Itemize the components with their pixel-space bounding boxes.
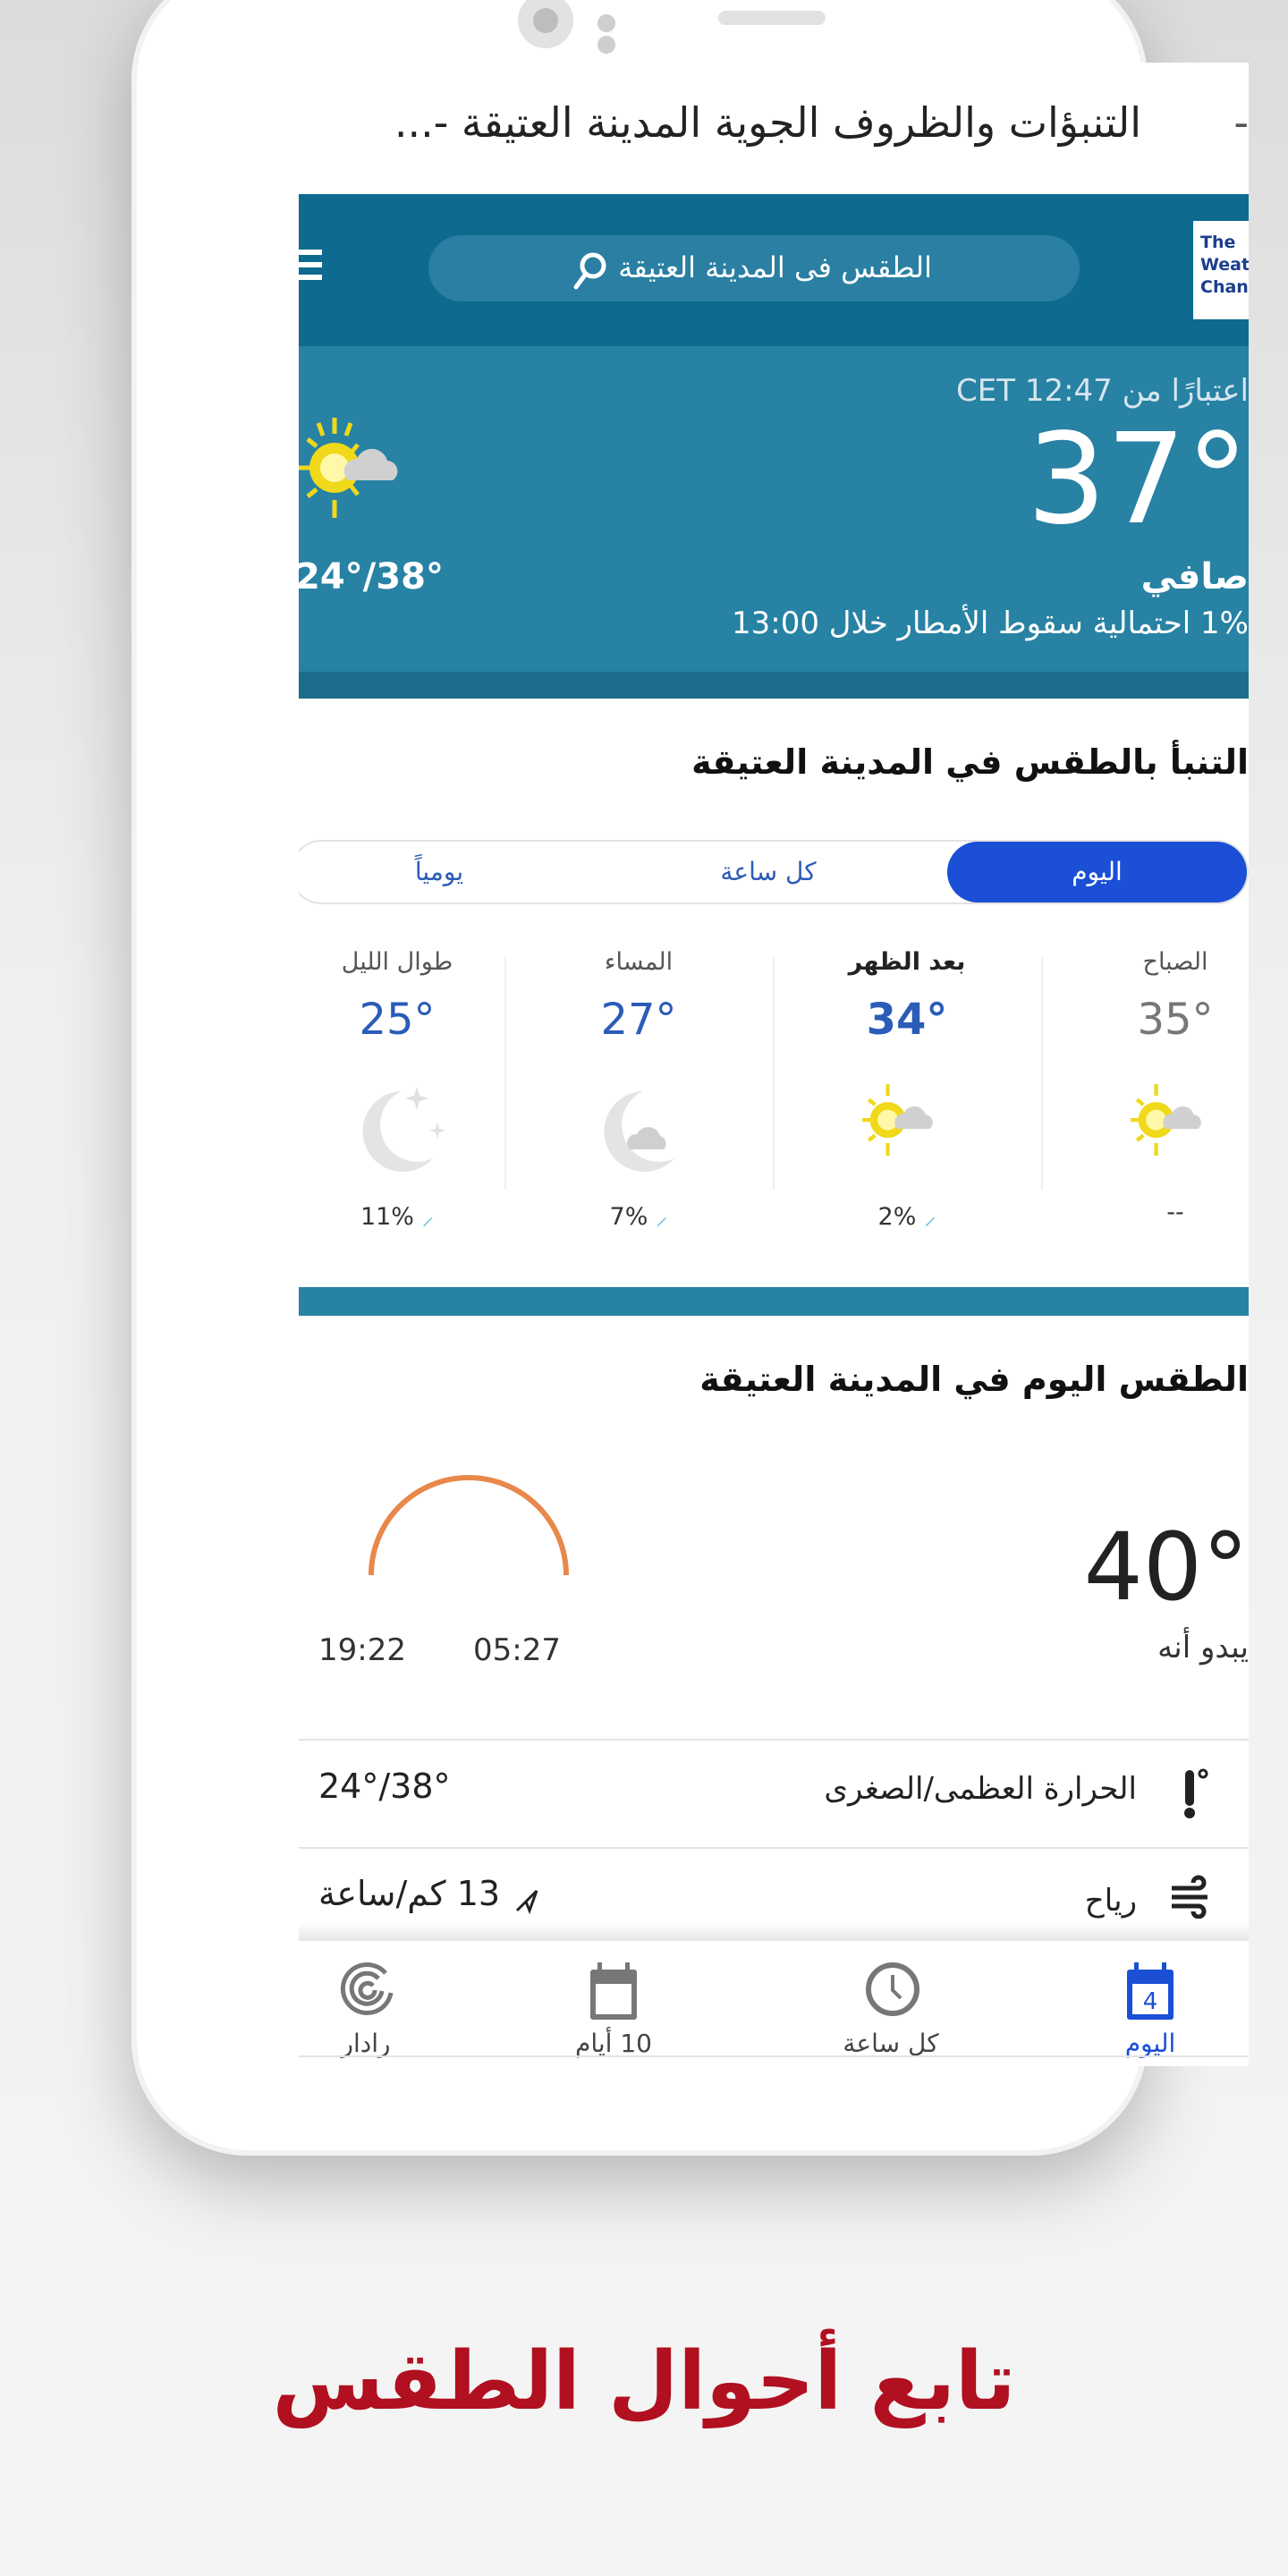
tab-hourly[interactable]: كل ساعة [625, 842, 911, 902]
menu-icon[interactable] [299, 250, 322, 287]
period-label: المساء [604, 948, 674, 976]
period-temp: 25° [359, 995, 436, 1045]
condition: صافي [1140, 556, 1249, 597]
nav-label: 10 أيام [575, 2029, 652, 2058]
period-label: طوال الليل [341, 948, 453, 976]
period-evening[interactable]: المساء 27° 7% ⸝ [504, 948, 773, 1324]
page-title: التنبؤات والظروف الجوية المدينة العتيقة … [394, 98, 1141, 147]
forecast-tabs: اليوم كل ساعة يومياً [299, 840, 1249, 904]
calendar-icon [590, 1962, 637, 2020]
wind-direction-icon [515, 1889, 538, 1914]
period-precip: 7% ⸝ [609, 1203, 668, 1231]
sunset-time: 19:22 [318, 1632, 406, 1668]
sensor [597, 14, 615, 32]
sensor [597, 36, 615, 54]
today-title: الطقس اليوم في المدينة العتيقة [699, 1360, 1249, 1399]
phone-frame: التنبؤات والظروف الجوية المدينة العتيقة … [131, 0, 1249, 2156]
precip-chance: 1% احتمالية سقوط الأمطار خلال 13:00 [732, 606, 1249, 641]
radar-icon [340, 1962, 394, 2015]
calendar-day: 4 [1143, 1988, 1158, 2015]
search-placeholder: الطقس فى المدينة العتيقة [618, 250, 932, 284]
period-label: بعد الظهر [848, 948, 966, 976]
period-label: الصباح [1142, 948, 1208, 976]
period-temp: 27° [600, 995, 677, 1045]
clock-icon [866, 1962, 919, 2016]
row-label: الحرارة العظمى/الصغرى [824, 1771, 1137, 1807]
row-value: 24°/38° [318, 1767, 451, 1806]
nav-shadow [299, 1923, 1249, 1941]
period-morning[interactable]: الصباح 35° -- [1041, 948, 1249, 1324]
nav-today[interactable]: 4 اليوم [1052, 1941, 1249, 2066]
moon-stars-icon [362, 1087, 445, 1172]
period-temp: 34° [866, 995, 948, 1045]
moon-cloud-icon [604, 1091, 674, 1172]
section-divider [299, 1287, 1249, 1316]
period-precip: -- [1166, 1199, 1184, 1226]
camera [518, 0, 573, 48]
divider [773, 957, 775, 1190]
period-temp: 35° [1137, 995, 1214, 1045]
high-low: 24°/38° [299, 556, 444, 597]
hero-bottom-strip [299, 672, 1249, 699]
sun-cloud-icon [862, 1084, 933, 1157]
nav-label: كل ساعة [843, 2029, 939, 2058]
as-of-time: اعتبارًا من 12:47 CET [956, 373, 1249, 409]
nav-hourly[interactable]: كل ساعة [792, 1941, 989, 2066]
nav-10day[interactable]: 10 أيام [515, 1941, 712, 2066]
weather-channel-logo[interactable]: The Weat Chan [1193, 221, 1249, 319]
forecast-title: التنبأ بالطقس في المدينة العتيقة [691, 742, 1249, 782]
raindrop-icon: ⸝ [655, 1203, 668, 1231]
speaker [718, 11, 826, 25]
row-value: 13 كم/ساعة [318, 1874, 501, 1913]
tab-today[interactable]: اليوم [947, 842, 1247, 902]
sunrise-time: 05:27 [473, 1632, 561, 1668]
feels-like-temp: 40° [1083, 1513, 1249, 1622]
period-overnight[interactable]: طوال الليل 25° 11% ⸝ [299, 948, 531, 1324]
feels-like-label: يبدو أنه [1157, 1630, 1249, 1665]
screen: التنبؤات والظروف الجوية المدينة العتيقة … [299, 63, 1249, 2066]
raindrop-icon: ⸝ [421, 1203, 435, 1231]
period-precip: 2% ⸝ [877, 1203, 936, 1231]
bottom-nav: 4 اليوم كل ساعة 10 أيام رادار [299, 1941, 1249, 2066]
period-afternoon[interactable]: بعد الظهر 34° 2% ⸝ [773, 948, 1041, 1324]
nav-label: رادار [341, 2029, 391, 2058]
divider [299, 1739, 1249, 1741]
divider [1041, 957, 1043, 1190]
period-precip: 11% ⸝ [360, 1203, 435, 1231]
calendar-day-icon: 4 [1127, 1962, 1174, 2020]
wind-icon [1172, 1875, 1208, 1919]
divider [299, 2055, 1249, 2057]
sun-cloud-icon [299, 418, 398, 518]
nav-label: اليوم [1124, 2029, 1176, 2058]
sun-cloud-icon [1131, 1084, 1201, 1157]
divider [299, 1847, 1249, 1849]
current-temp: 37° [1026, 407, 1249, 553]
row-label: رياح [1084, 1883, 1137, 1919]
app-header: الطقس فى المدينة العتيقة The Weat Chan [299, 194, 1249, 346]
promo-caption: تابع أحوال الطقس [272, 2334, 1016, 2428]
nav-radar[interactable]: رادار [299, 1941, 464, 2066]
tab-daily[interactable]: يومياً [299, 842, 587, 902]
current-conditions: اعتبارًا من 12:47 CET 37° صافي 1% احتمال… [299, 346, 1249, 672]
search-icon [573, 252, 606, 290]
raindrop-icon: ⸝ [923, 1203, 936, 1231]
sun-arc [369, 1475, 569, 1576]
title-dash: - [1233, 98, 1249, 147]
search-input[interactable]: الطقس فى المدينة العتيقة [428, 235, 1080, 301]
thermometer-icon [1184, 1768, 1208, 1818]
